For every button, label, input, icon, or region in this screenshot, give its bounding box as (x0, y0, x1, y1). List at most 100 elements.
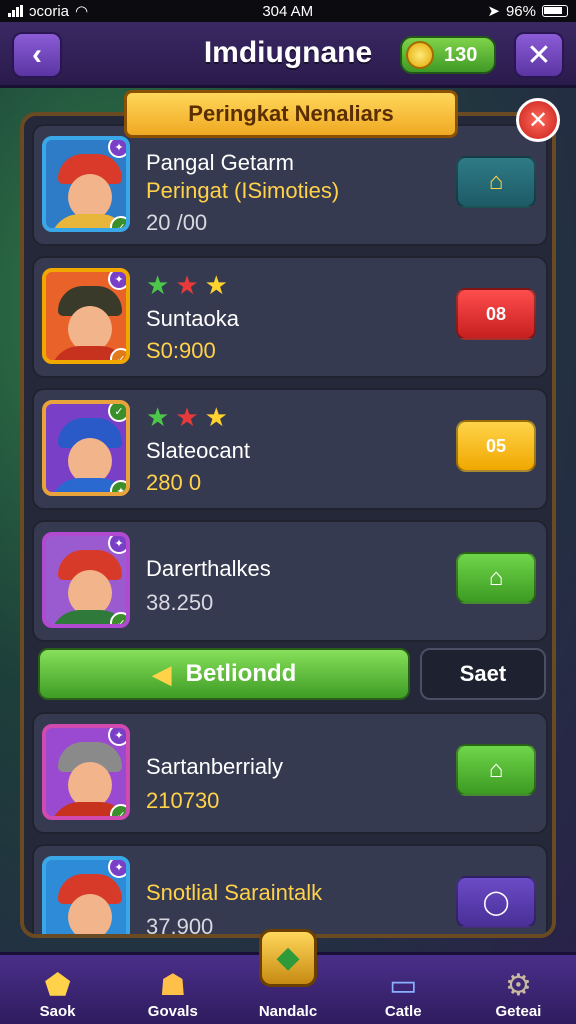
megaphone-icon: ◀ (151, 658, 172, 689)
player-score: 20 /00 (146, 210, 208, 235)
action-label: 08 (485, 303, 507, 324)
panel-close-button[interactable]: ✕ (516, 98, 560, 142)
close-icon: ✕ (527, 106, 549, 134)
coin-icon (406, 41, 434, 69)
nav-label: Nandalc (258, 1003, 318, 1020)
star-rating: ★ ★ ★ (146, 402, 228, 433)
row-action-button[interactable]: ◯ (456, 876, 536, 928)
player-name: Pangal Getarm (146, 150, 294, 175)
rank-badge-icon: ✓ (108, 404, 126, 422)
player-name: Snotlial Saraintalk (146, 880, 323, 905)
location-icon: ➤ (487, 3, 500, 20)
player-score: S0:900 (146, 338, 216, 363)
player-subtitle: Peringat (ISimoties) (146, 178, 340, 203)
secondary-button-label: Saet (459, 661, 507, 686)
battery-icon (542, 5, 568, 17)
row-action-button[interactable]: 05 (456, 420, 536, 472)
star-icon: ★ (175, 402, 199, 432)
house-icon: ⌂ (488, 756, 504, 783)
face (68, 894, 112, 934)
search-icon: ◯ (482, 888, 510, 916)
star-icon: ★ (204, 402, 228, 432)
house-icon: ⌂ (488, 564, 504, 591)
leaderboard-banner: Peringkat Nenaliars (124, 90, 458, 138)
avatar: ✦ ✓ (42, 724, 130, 820)
battery-label: 96% (505, 2, 536, 20)
nav-label: Geteai (495, 1003, 542, 1020)
player-score: 37.900 (146, 914, 214, 938)
shield-icon: ⬟ (44, 969, 71, 1002)
wifi-icon: ◠ (75, 3, 89, 20)
nav-label: Catle (384, 1003, 422, 1020)
coin-value: 130 (444, 43, 478, 66)
star-icon: ★ (175, 270, 199, 300)
map-icon: ◆ (259, 929, 317, 987)
nav-item-nandalc[interactable]: ◆ Nandalc (230, 929, 345, 1024)
action-label: 05 (485, 435, 507, 456)
star-icon: ★ (146, 402, 170, 432)
primary-button-label: Betliondd (185, 660, 297, 687)
level-badge-icon: ✦ (110, 480, 126, 492)
star-icon: ★ (146, 270, 170, 300)
status-bar: ɔcoria ◠ 304 AM ➤ 96% (0, 0, 576, 22)
nav-label: Govals (147, 1003, 198, 1020)
player-score: 38.250 (146, 590, 214, 615)
avatar: ✦ (42, 856, 130, 938)
nav-item-govals[interactable]: ☗ Govals (115, 955, 230, 1024)
rank-badge-icon: ✦ (108, 860, 126, 878)
star-rating: ★ ★ ★ (146, 270, 228, 301)
leaderboard-row[interactable]: ✦ ✓ ★ ★ ★ Suntaoka S0:900 08 (32, 256, 548, 378)
primary-button[interactable]: ◀ Betliondd (38, 648, 410, 700)
house-icon: ⌂ (488, 168, 504, 195)
nav-item-geteai[interactable]: ⚙ Geteai (461, 955, 576, 1024)
cat-icon: ☗ (159, 969, 187, 1002)
player-name: Suntaoka (146, 306, 239, 331)
bottom-nav: ⬟ Saok ☗ Govals ◆ Nandalc ▭ Catle ⚙ Gete… (0, 929, 576, 1024)
level-badge-icon: ✓ (110, 804, 126, 816)
leaderboard-row[interactable]: ✦ ✓ Pangal Getarm Peringat (ISimoties) 2… (32, 124, 548, 246)
gear-icon: ⚙ (504, 969, 532, 1002)
rank-badge-icon: ✦ (108, 728, 126, 746)
player-name: Sartanberrialy (146, 754, 283, 779)
coin-counter[interactable]: 130 (400, 36, 496, 74)
time-label: 304 AM (262, 2, 314, 20)
avatar: ✓ ✦ (42, 400, 130, 496)
rank-badge-icon: ✦ (108, 140, 126, 158)
row-action-button[interactable]: ⌂ (456, 744, 536, 796)
controller-icon: ▭ (389, 969, 418, 1002)
leaderboard-panel: ✦ ✓ Pangal Getarm Peringat (ISimoties) 2… (20, 112, 556, 938)
avatar: ✦ ✓ (42, 268, 130, 364)
avatar: ✦ ✓ (42, 532, 130, 628)
player-score: 210730 (146, 788, 220, 813)
shirt (50, 934, 130, 938)
close-icon: ✕ (526, 38, 552, 72)
rank-badge-icon: ✦ (108, 536, 126, 554)
level-badge-icon: ✓ (110, 612, 126, 624)
leaderboard-row[interactable]: ✦ ✓ Darerthalkes 38.250 ⌂ (32, 520, 548, 642)
status-left: ɔcoria ◠ (8, 2, 88, 20)
row-action-button[interactable]: ⌂ (456, 552, 536, 604)
avatar: ✦ ✓ (42, 136, 130, 232)
player-score: 280 0 (146, 470, 202, 495)
header-close-button[interactable]: ✕ (514, 32, 564, 78)
player-name: Slateocant (146, 438, 250, 463)
nav-label: Saok (39, 1003, 76, 1020)
carrier-label: ɔcoria (29, 2, 70, 20)
signal-icon (8, 5, 23, 17)
level-badge-icon: ✓ (110, 348, 126, 360)
row-action-button[interactable]: ⌂ (456, 156, 536, 208)
header: ‹ Imdiugnane 130 ✕ (0, 22, 576, 88)
nav-item-catle[interactable]: ▭ Catle (346, 955, 461, 1024)
player-name: Darerthalkes (146, 556, 271, 581)
leaderboard-row[interactable]: ✦ Snotlial Saraintalk 37.900 ◯ (32, 844, 548, 938)
star-icon: ★ (204, 270, 228, 300)
nav-item-saok[interactable]: ⬟ Saok (0, 955, 115, 1024)
status-right: ➤ 96% (487, 2, 568, 20)
rank-badge-icon: ✦ (108, 272, 126, 290)
secondary-button[interactable]: Saet (420, 648, 546, 700)
row-action-button[interactable]: 08 (456, 288, 536, 340)
level-badge-icon: ✓ (110, 216, 126, 228)
action-bar: ◀ Betliondd Saet (32, 646, 548, 702)
leaderboard-row[interactable]: ✦ ✓ Sartanberrialy 210730 ⌂ (32, 712, 548, 834)
leaderboard-row[interactable]: ✓ ✦ ★ ★ ★ Slateocant 280 0 05 (32, 388, 548, 510)
